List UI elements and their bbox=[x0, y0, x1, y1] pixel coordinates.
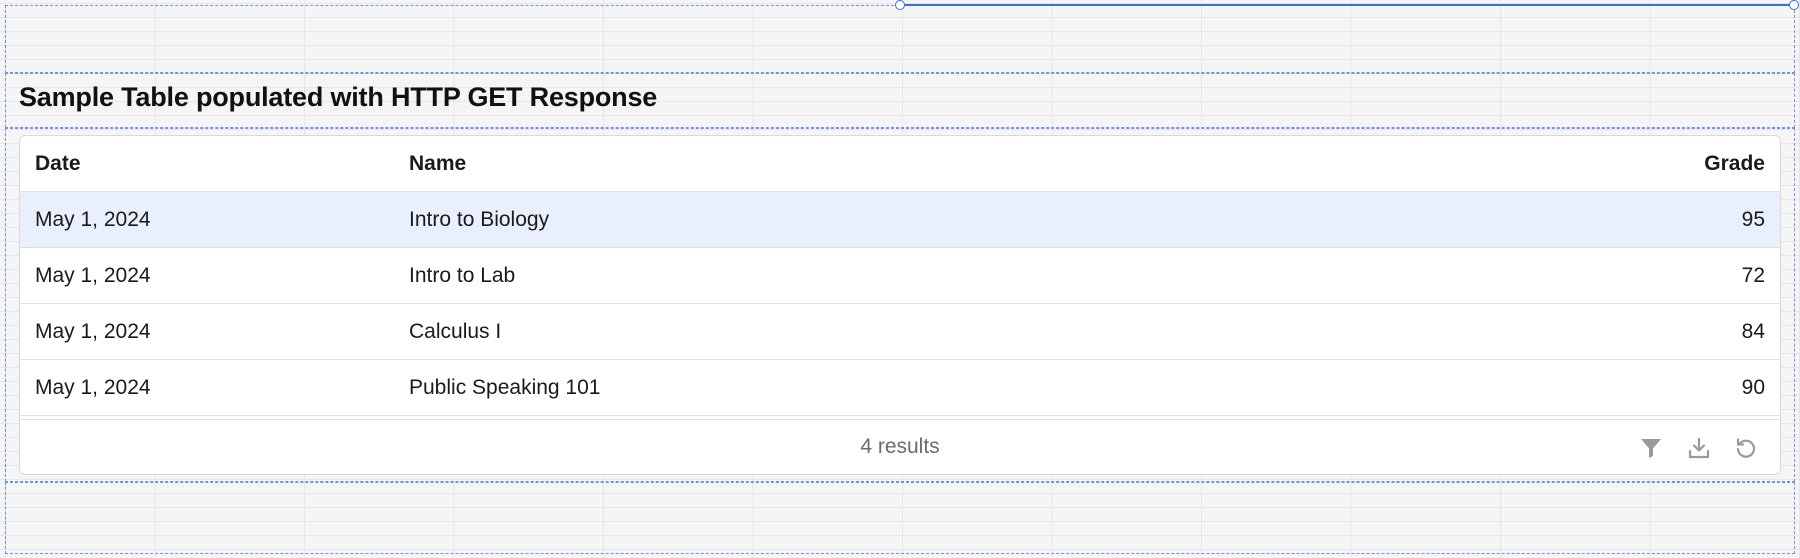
resize-handle-top[interactable] bbox=[895, 0, 905, 10]
selection-border bbox=[900, 4, 1795, 6]
table-row[interactable]: May 1, 2024 Calculus I 84 bbox=[20, 304, 1780, 360]
resize-handle-top-right[interactable] bbox=[1789, 0, 1799, 10]
cell-grade: 95 bbox=[1741, 208, 1765, 231]
data-table: Date Name Grade May 1, 2024 Intro to Bio… bbox=[19, 135, 1781, 475]
cell-name: Public Speaking 101 bbox=[409, 376, 601, 399]
cell-grade: 72 bbox=[1741, 264, 1765, 287]
component-frame-bottom[interactable] bbox=[5, 482, 1795, 554]
cell-name: Intro to Lab bbox=[409, 264, 516, 287]
download-icon[interactable] bbox=[1687, 436, 1711, 460]
filter-icon[interactable] bbox=[1639, 436, 1663, 460]
cell-date: May 1, 2024 bbox=[35, 376, 151, 399]
cell-date: May 1, 2024 bbox=[35, 320, 151, 343]
table-row[interactable]: May 1, 2024 Intro to Biology 95 bbox=[20, 192, 1780, 248]
cell-name: Calculus I bbox=[409, 320, 502, 343]
column-header-date[interactable]: Date bbox=[35, 136, 81, 192]
results-count: 4 results bbox=[860, 435, 940, 458]
table-footer: 4 results bbox=[20, 419, 1780, 474]
cell-name: Intro to Biology bbox=[409, 208, 550, 231]
table-row[interactable]: May 1, 2024 Intro to Lab 72 bbox=[20, 248, 1780, 304]
cell-date: May 1, 2024 bbox=[35, 264, 151, 287]
component-frame-top[interactable] bbox=[5, 5, 1795, 73]
reset-icon[interactable] bbox=[1734, 436, 1758, 460]
table-header-row: Date Name Grade bbox=[20, 136, 1780, 192]
table-row[interactable]: May 1, 2024 Public Speaking 101 90 bbox=[20, 360, 1780, 416]
cell-date: May 1, 2024 bbox=[35, 208, 151, 231]
column-header-name[interactable]: Name bbox=[409, 136, 466, 192]
page-title: Sample Table populated with HTTP GET Res… bbox=[19, 82, 658, 112]
column-header-grade[interactable]: Grade bbox=[1704, 136, 1765, 192]
cell-grade: 84 bbox=[1741, 320, 1765, 343]
cell-grade: 90 bbox=[1741, 376, 1765, 399]
canvas: Sample Table populated with HTTP GET Res… bbox=[0, 0, 1800, 558]
